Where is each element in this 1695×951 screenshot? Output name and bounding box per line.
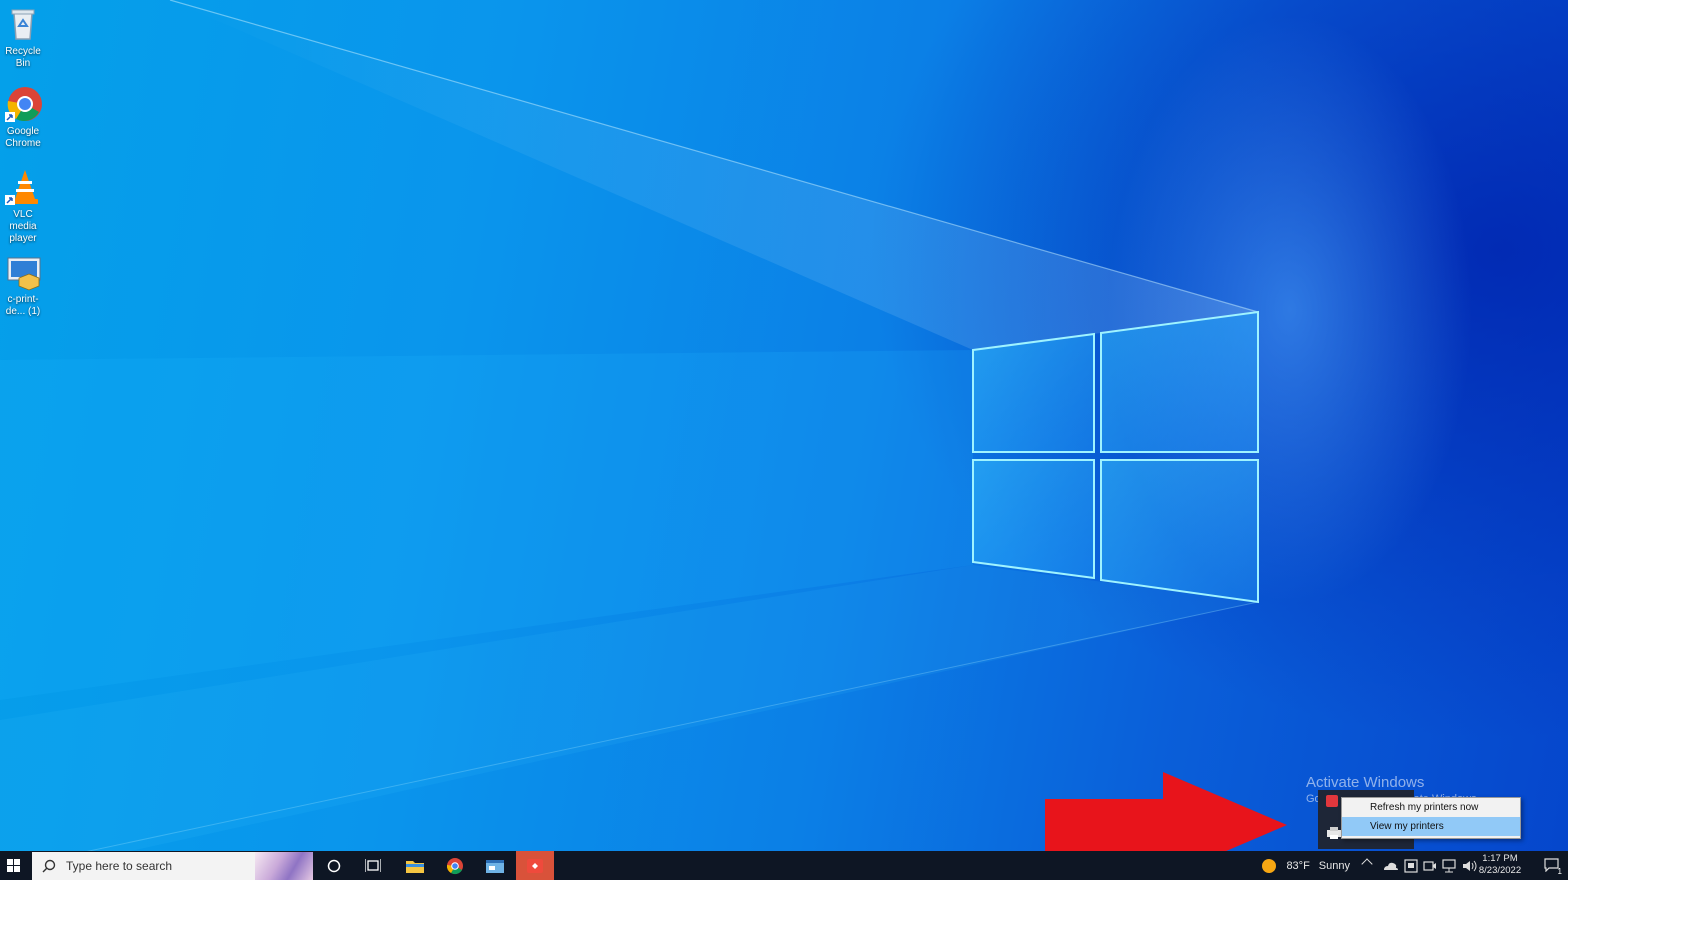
taskbar-app-window[interactable] [476,851,514,880]
clock[interactable]: 1:17 PM 8/23/2022 [1478,853,1522,877]
menu-item-refresh-printers[interactable]: Refresh my printers now [1342,798,1520,817]
recycle-bin-icon [3,4,43,44]
desktop: Recycle Bin Google Chrome VLC media play… [0,0,1568,880]
weather-widget[interactable]: 83°F Sunny [1262,851,1350,880]
taskbar-chrome[interactable] [436,851,474,880]
chrome-icon [3,84,43,124]
search-icon [42,859,56,873]
windows-logo-wallpaper [0,0,1259,880]
file-explorer-icon [406,860,424,873]
menu-item-view-printers[interactable]: View my printers [1342,817,1520,836]
desktop-icon-google-chrome[interactable]: Google Chrome [0,84,46,150]
taskbar-file-explorer[interactable] [396,851,434,880]
windows-start-icon [7,858,20,872]
app-window-icon [486,859,504,873]
task-view-icon [365,858,381,872]
desktop-icon-installer[interactable]: c-print-de... (1) [0,252,46,318]
chrome-icon [446,857,463,874]
chevron-up-icon[interactable] [1361,858,1373,870]
taskbar-search-box[interactable]: Type here to search [32,852,313,880]
taskbar-printer-app[interactable] [516,851,554,880]
vlc-icon [3,167,43,207]
start-button[interactable] [0,851,28,880]
volume-icon[interactable] [1462,859,1478,873]
desktop-icon-recycle-bin[interactable]: Recycle Bin [0,4,46,70]
taskbar: Type here to search 83°F Sunny 1:17 PM 8… [0,851,1568,880]
meet-now-icon[interactable] [1423,859,1437,873]
desktop-icon-vlc[interactable]: VLC media player [0,167,46,245]
cortana-icon [327,859,341,872]
printer-context-menu: Refresh my printers now View my printers [1341,797,1521,839]
notification-badge: 1 [1557,867,1562,876]
onedrive-icon[interactable] [1382,860,1398,872]
printer-icon[interactable] [1326,826,1342,840]
cortana-button[interactable] [318,851,350,880]
printer-app-tray-icon[interactable] [1326,795,1338,807]
printer-tray-icon[interactable] [1404,859,1418,873]
printer-app-icon [527,858,543,873]
task-view-button[interactable] [356,851,390,880]
notification-center-button[interactable]: 1 [1544,858,1562,876]
windows-logo [972,310,1259,604]
search-highlight-image [255,852,313,880]
network-icon[interactable] [1442,859,1458,873]
search-placeholder: Type here to search [66,859,173,873]
sun-icon [1262,858,1277,873]
installer-icon [3,252,43,292]
